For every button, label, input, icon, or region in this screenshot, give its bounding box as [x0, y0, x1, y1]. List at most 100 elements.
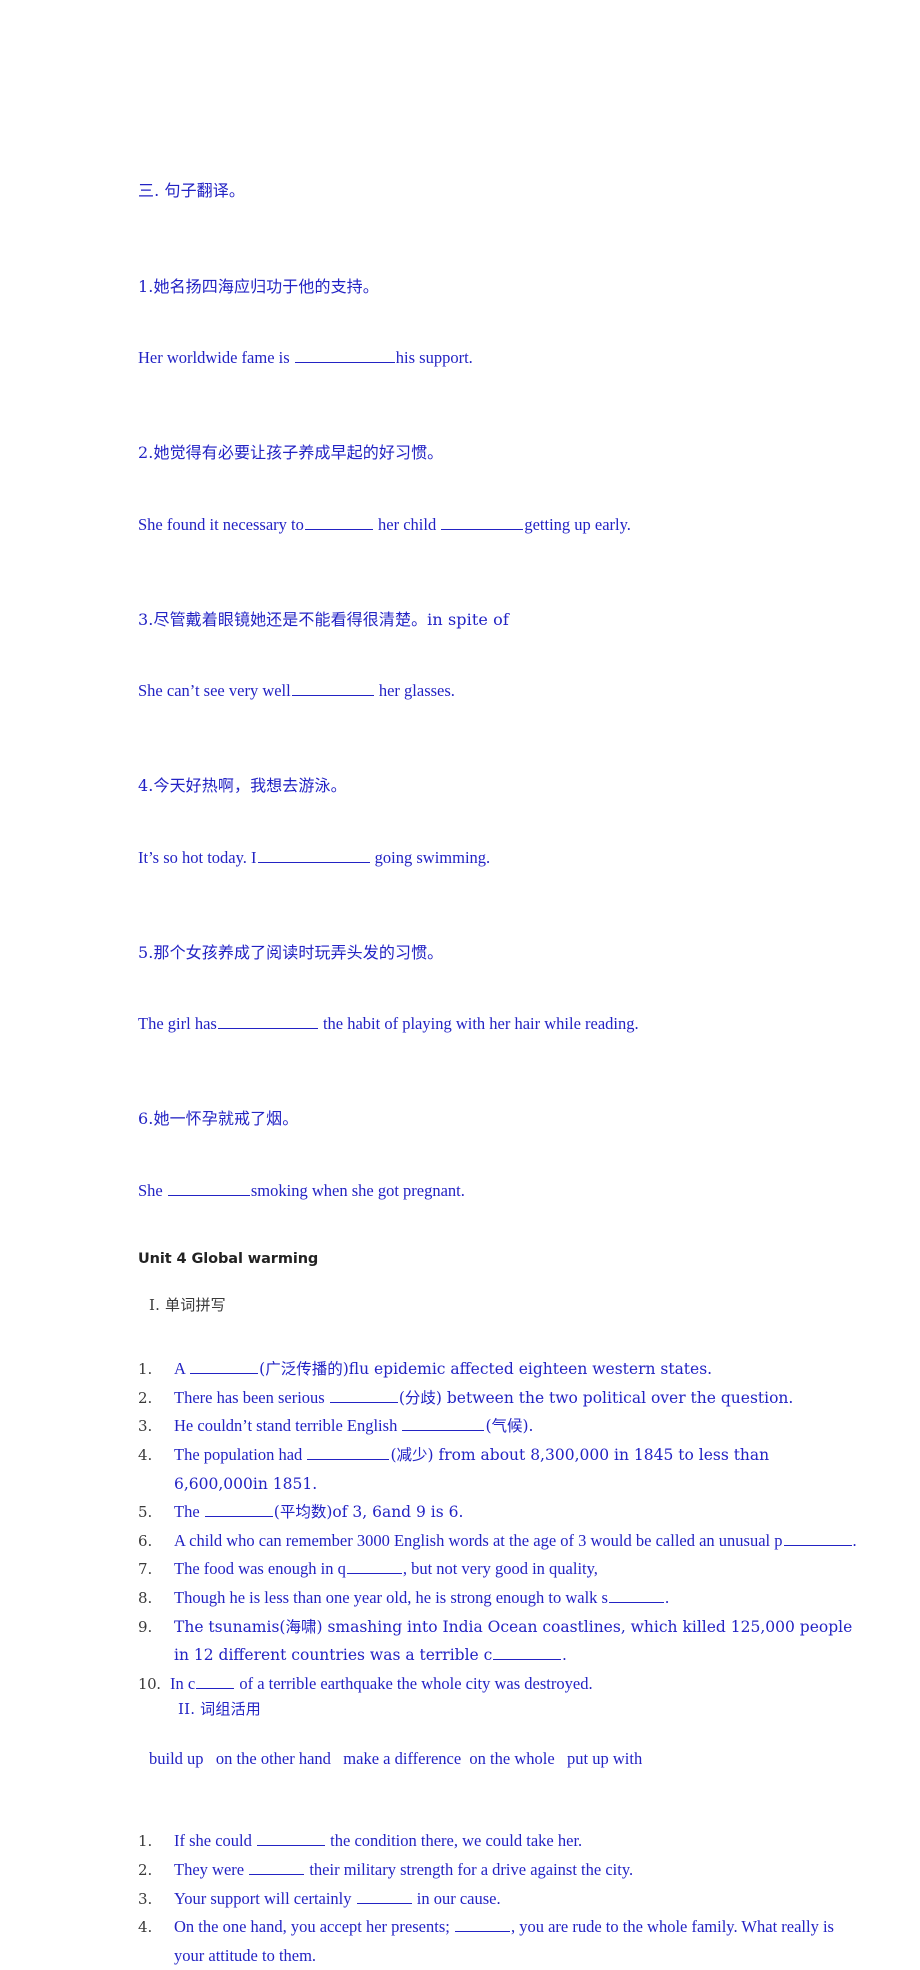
list-item-number: 1.: [138, 1832, 153, 1851]
list-item-number: 6.: [138, 1531, 153, 1550]
list-item-text: The tsunamis(海啸) smashing into India Oce…: [174, 1613, 860, 1670]
list-item: 1. A (广泛传播的)flu epidemic affected eighte…: [138, 1355, 860, 1384]
answer-blank[interactable]: [291, 680, 374, 697]
list-item: 5. The (平均数)of 3, 6and 9 is 6.: [138, 1498, 860, 1527]
translation-en-4: It’s so hot today. I going swimming.: [138, 846, 860, 870]
q7-before: The food was enough in q: [174, 1559, 346, 1579]
q6-after: .: [852, 1530, 857, 1550]
translation-en-1-after: his support.: [395, 347, 473, 367]
q9-after: .: [562, 1645, 567, 1665]
section-one-heading: I. 单词拼写: [149, 1296, 226, 1315]
q10-after: of a terrible earthquake the whole city …: [235, 1673, 593, 1693]
answer-blank[interactable]: [493, 1644, 562, 1661]
q2-after: (分歧) between the two political over the …: [398, 1388, 794, 1407]
answer-blank[interactable]: [346, 1558, 402, 1575]
answer-blank[interactable]: [294, 347, 395, 363]
p4-before: On the one hand, you accept her presents…: [174, 1917, 454, 1937]
list-item: 4. On the one hand, you accept her prese…: [138, 1913, 860, 1970]
answer-blank[interactable]: [257, 1830, 326, 1847]
q5-before: The: [174, 1502, 204, 1522]
translation-cn-1: 1.她名扬四海应归功于他的支持。: [138, 276, 379, 296]
answer-blank[interactable]: [304, 514, 373, 530]
answer-blank[interactable]: [329, 1387, 398, 1403]
worksheet-page: 三. 句子翻译。 1.她名扬四海应归功于他的支持。 Her worldwide …: [0, 0, 920, 1964]
list-item-text: The food was enough in q , but not very g…: [174, 1555, 860, 1584]
q3-after: (气候).: [485, 1417, 534, 1436]
list-item-number: 9.: [138, 1617, 153, 1636]
translation-section: 三. 句子翻译。 1.她名扬四海应归功于他的支持。 Her worldwide …: [138, 108, 860, 1250]
translation-en-2: She found it necessary to her child gett…: [138, 513, 860, 537]
translation-en-3: She can’t see very well her glasses.: [138, 679, 860, 703]
list-item-number: 4.: [138, 1918, 153, 1937]
q3-before: He couldn’t stand terrible English: [174, 1416, 402, 1436]
translation-en-1: Her worldwide fame is his support.: [138, 346, 860, 370]
q7-after: , but not very good in quality,: [402, 1559, 598, 1579]
translation-en-3-before: She can’t see very well: [138, 681, 291, 701]
list-item: 3. He couldn’t stand terrible English (气…: [138, 1412, 860, 1441]
q4-before: The population had: [174, 1445, 307, 1465]
q1-before: A: [174, 1359, 190, 1379]
list-item-number: 3.: [138, 1417, 153, 1436]
list-item-text: They were their military strength for a …: [174, 1856, 860, 1885]
q8-before: Though he is less than one year old, he …: [174, 1588, 608, 1607]
q5-after: (平均数)of 3, 6and 9 is 6.: [273, 1503, 464, 1522]
translation-en-2-before: She found it necessary to: [138, 514, 304, 534]
q6-before: A child who can remember 3000 English wo…: [174, 1530, 783, 1550]
list-item: 2. There has been serious (分歧) between t…: [138, 1384, 860, 1413]
list-item: 8. Though he is less than one year old, …: [138, 1584, 860, 1613]
list-item: 4. The population had (减少) from about 8,…: [138, 1441, 860, 1498]
translation-cn-5: 5.那个女孩养成了阅读时玩弄头发的习惯。: [138, 942, 444, 962]
translation-en-4-before: It’s so hot today. I: [138, 847, 257, 867]
list-item: 6. A child who can remember 3000 English…: [138, 1527, 860, 1556]
answer-blank[interactable]: [402, 1415, 485, 1432]
list-item-text: The (平均数)of 3, 6and 9 is 6.: [174, 1498, 860, 1527]
list-item: 1. If she could the condition there, we …: [138, 1827, 860, 1856]
q1-after: (广泛传播的)flu epidemic affected eighteen we…: [259, 1360, 713, 1379]
answer-blank[interactable]: [167, 1180, 250, 1196]
answer-blank[interactable]: [356, 1888, 412, 1904]
answer-blank[interactable]: [257, 847, 370, 863]
translation-cn-4: 4.今天好热啊，我想去游泳。: [138, 776, 347, 796]
list-item-text: If she could the condition there, we cou…: [174, 1827, 860, 1856]
translation-en-1-before: Her worldwide fame is: [138, 347, 294, 367]
p1-before: If she could: [174, 1831, 257, 1851]
list-item-number: 8.: [138, 1589, 153, 1607]
p2-before: They were: [174, 1859, 249, 1879]
list-item: 2. They were their military strength for…: [138, 1856, 860, 1885]
answer-blank[interactable]: [783, 1530, 852, 1546]
unit-title: Unit 4 Global warming: [138, 1251, 319, 1268]
list-item: 7. The food was enough in q , but not ver…: [138, 1555, 860, 1584]
list-item-number: 3.: [138, 1889, 153, 1908]
q10-before: In c: [170, 1673, 196, 1693]
answer-blank[interactable]: [204, 1501, 273, 1518]
list-item-number: 1.: [138, 1360, 153, 1379]
answer-blank[interactable]: [249, 1859, 305, 1875]
answer-blank[interactable]: [441, 514, 524, 530]
list-item: 10. In c of a terrible earthquake the wh…: [138, 1670, 860, 1699]
list-item-text: Your support will certainly in our cause…: [174, 1885, 860, 1914]
list-item-text: The population had (减少) from about 8,300…: [174, 1441, 860, 1498]
translation-en-5: The girl has the habit of playing with h…: [138, 1012, 860, 1036]
q8-after: .: [664, 1588, 670, 1607]
list-item-number: 4.: [138, 1446, 153, 1465]
p3-after: in our cause.: [412, 1888, 501, 1908]
answer-blank[interactable]: [454, 1916, 510, 1933]
answer-blank[interactable]: [196, 1673, 235, 1689]
list-item: 3. Your support will certainly in our ca…: [138, 1885, 860, 1914]
translation-cn-2: 2.她觉得有必要让孩子养成早起的好习惯。: [138, 443, 444, 463]
answer-blank[interactable]: [307, 1444, 390, 1461]
translation-en-5-before: The girl has: [138, 1014, 217, 1034]
list-item-number: 10.: [138, 1674, 161, 1693]
list-item-number: 2.: [138, 1860, 153, 1879]
translation-heading: 三. 句子翻译。: [138, 181, 245, 201]
translation-en-5-after: the habit of playing with her hair while…: [318, 1014, 639, 1034]
p2-after: their military strength for a drive agai…: [305, 1859, 634, 1879]
answer-blank[interactable]: [608, 1587, 664, 1603]
list-item-text: A child who can remember 3000 English wo…: [174, 1527, 860, 1556]
q2-before: There has been serious: [174, 1387, 329, 1407]
answer-blank[interactable]: [217, 1013, 318, 1030]
answer-blank[interactable]: [190, 1358, 259, 1375]
